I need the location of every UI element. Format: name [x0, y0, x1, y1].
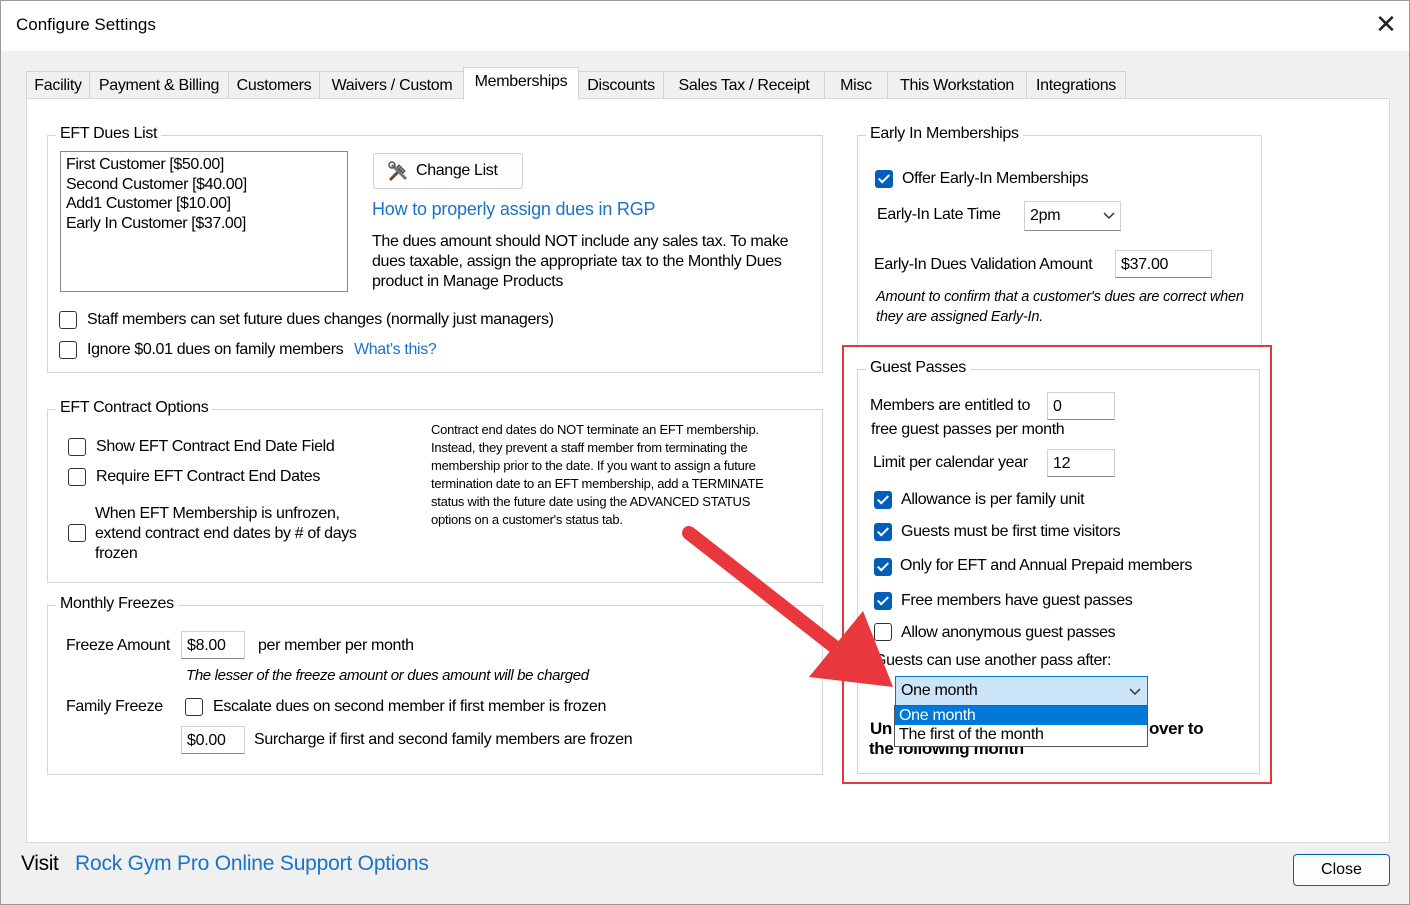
visit-label: Visit: [21, 852, 59, 875]
staff-future-dues-label: Staff members can set future dues change…: [87, 311, 554, 328]
require-contract-end-dates-checkbox[interactable]: [68, 468, 86, 486]
dropdown-option-first-of-month[interactable]: The first of the month: [895, 725, 1147, 744]
tab-payment-billing[interactable]: Payment & Billing: [89, 71, 229, 99]
escalate-dues-checkbox[interactable]: [185, 698, 203, 716]
early-in-title: Early In Memberships: [866, 125, 1023, 143]
extend-contract-dates-label: When EFT Membership is unfrozen, extend …: [95, 505, 357, 562]
list-item[interactable]: First Customer [$50.00]: [66, 155, 342, 175]
offer-early-in-label: Offer Early-In Memberships: [902, 170, 1089, 187]
hidden-text-left: Un: [870, 719, 892, 738]
early-in-late-time-label: Early-In Late Time: [877, 206, 1001, 223]
per-member-label: per member per month: [258, 637, 414, 654]
dues-help-link[interactable]: How to properly assign dues in RGP: [372, 199, 656, 220]
show-contract-end-date-label: Show EFT Contract End Date Field: [96, 438, 335, 455]
allowance-family-checkbox[interactable]: [874, 491, 892, 509]
anonymous-passes-label: Allow anonymous guest passes: [901, 624, 1116, 641]
escalate-dues-label: Escalate dues on second member if first …: [213, 698, 607, 715]
chevron-down-icon: [1103, 212, 1115, 220]
another-pass-select[interactable]: One month: [895, 676, 1148, 706]
limit-per-year-input[interactable]: 12: [1047, 449, 1115, 477]
tools-icon: [388, 161, 408, 182]
tab-this-workstation[interactable]: This Workstation: [887, 71, 1027, 99]
eft-dues-title: EFT Dues List: [56, 125, 162, 143]
entitled-label: Members are entitled to: [870, 397, 1031, 414]
early-in-late-time-select[interactable]: 2pm: [1024, 201, 1121, 231]
free-members-label: Free members have guest passes: [901, 592, 1133, 609]
surcharge-label: Surcharge if first and second family mem…: [254, 731, 633, 748]
close-button[interactable]: Close: [1293, 854, 1390, 886]
chevron-down-icon: [1129, 688, 1141, 696]
another-pass-dropdown-list: One month The first of the month: [894, 705, 1148, 747]
change-list-button[interactable]: Change List: [373, 153, 523, 189]
entitled-label-continued: free guest passes per month: [871, 421, 1065, 438]
first-time-visitors-label: Guests must be first time visitors: [901, 523, 1121, 540]
another-pass-label: Guests can use another pass after:: [874, 652, 1112, 669]
tab-misc[interactable]: Misc: [824, 71, 888, 99]
family-freeze-label: Family Freeze: [66, 698, 163, 715]
limit-per-year-label: Limit per calendar year: [873, 454, 1028, 471]
window-title: Configure Settings: [16, 15, 156, 34]
freeze-amount-input[interactable]: $8.00: [181, 631, 245, 659]
tab-sales-tax-receipt[interactable]: Sales Tax / Receipt: [663, 71, 825, 99]
support-options-link[interactable]: Rock Gym Pro Online Support Options: [75, 852, 429, 876]
dropdown-option-one-month[interactable]: One month: [895, 706, 1147, 725]
eft-contract-title: EFT Contract Options: [56, 399, 213, 417]
eft-annual-only-label: Only for EFT and Annual Prepaid members: [900, 557, 1192, 574]
guest-passes-title: Guest Passes: [866, 359, 971, 377]
ignore-penny-dues-label: Ignore $0.01 dues on family members: [87, 341, 344, 358]
entitled-passes-input[interactable]: 0: [1047, 392, 1115, 420]
staff-future-dues-checkbox[interactable]: [59, 311, 77, 329]
allowance-family-label: Allowance is per family unit: [901, 491, 1085, 508]
eft-dues-list[interactable]: First Customer [$50.00] Second Customer …: [60, 151, 348, 292]
show-contract-end-date-checkbox[interactable]: [68, 438, 86, 456]
monthly-freezes-title: Monthly Freezes: [56, 595, 178, 613]
tab-memberships[interactable]: Memberships: [463, 67, 579, 100]
change-list-label: Change List: [416, 162, 498, 179]
configure-settings-window: Configure Settings ✕ Facility Payment & …: [0, 0, 1410, 905]
hidden-text-right: over to: [1149, 719, 1204, 738]
list-item[interactable]: Add1 Customer [$10.00]: [66, 194, 342, 214]
extend-contract-dates-checkbox[interactable]: [68, 524, 86, 542]
validation-amount-note: Amount to confirm that a customer's dues…: [876, 289, 1244, 325]
tab-discounts[interactable]: Discounts: [578, 71, 664, 99]
ignore-penny-dues-checkbox[interactable]: [59, 341, 77, 359]
validation-amount-input[interactable]: $37.00: [1115, 250, 1212, 278]
close-icon[interactable]: ✕: [1371, 9, 1401, 39]
tab-facility[interactable]: Facility: [26, 71, 90, 99]
validation-amount-label: Early-In Dues Validation Amount: [874, 256, 1093, 273]
tab-waivers-custom[interactable]: Waivers / Custom: [319, 71, 465, 99]
early-in-late-time-value: 2pm: [1030, 207, 1061, 224]
require-contract-end-dates-label: Require EFT Contract End Dates: [96, 468, 320, 485]
list-item[interactable]: Early In Customer [$37.00]: [66, 214, 342, 234]
tab-customers[interactable]: Customers: [228, 71, 320, 99]
lesser-amount-note: The lesser of the freeze amount or dues …: [186, 667, 589, 684]
offer-early-in-checkbox[interactable]: [875, 170, 893, 188]
tab-integrations[interactable]: Integrations: [1026, 71, 1126, 99]
list-item[interactable]: Second Customer [$40.00]: [66, 175, 342, 195]
freeze-amount-label: Freeze Amount: [66, 637, 170, 654]
another-pass-value: One month: [901, 682, 978, 699]
whats-this-link[interactable]: What's this?: [354, 341, 437, 359]
surcharge-amount-input[interactable]: $0.00: [181, 726, 245, 754]
dues-tax-note: The dues amount should NOT include any s…: [372, 233, 789, 290]
annotation-arrow: [682, 526, 893, 687]
title-bar: Configure Settings ✕: [1, 1, 1409, 51]
